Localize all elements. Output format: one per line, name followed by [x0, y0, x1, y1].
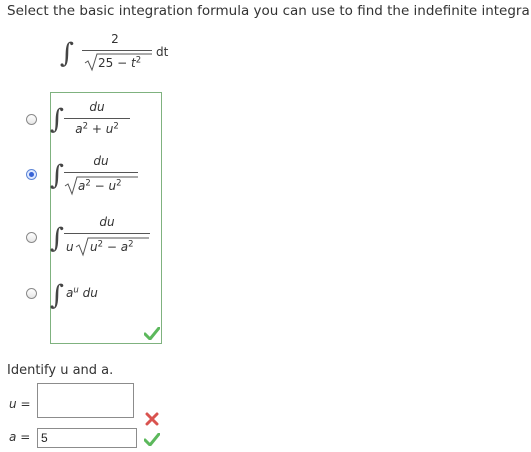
- choice-3-radio[interactable]: [26, 232, 37, 243]
- integral-numerator: 2: [111, 32, 119, 46]
- radicand-exp: 2: [135, 55, 142, 66]
- choice-3-numerator: du: [99, 215, 115, 229]
- checkmark-icon: [144, 327, 160, 340]
- a-input[interactable]: [37, 428, 137, 448]
- fraction-bar: [64, 233, 150, 234]
- checkmark-icon: [144, 433, 160, 446]
- fraction-bar: [64, 118, 130, 119]
- identify-prompt: Identify u and a.: [7, 363, 114, 378]
- integral-sign: ∫: [50, 104, 65, 135]
- u-input[interactable]: [37, 383, 134, 418]
- question-prompt: Select the basic integration formula you…: [7, 3, 531, 19]
- choice-1-formula: ∫ du a2 + u2: [50, 100, 140, 140]
- choice-1-numerator: du: [89, 100, 105, 114]
- fraction-bar: [82, 50, 152, 51]
- integral-sign: ∫: [60, 38, 75, 69]
- u-label: u =: [9, 397, 31, 411]
- integral-differential: dt: [156, 45, 169, 59]
- choice-3-formula: ∫ du u u2 − a2: [50, 215, 160, 261]
- choice-4-formula: ∫ au du: [50, 280, 98, 311]
- choice-4-radio[interactable]: [26, 288, 37, 299]
- choice-2-formula: ∫ du a2 − u2: [50, 154, 150, 198]
- fraction-bar: [64, 172, 138, 173]
- incorrect-x-icon: [145, 412, 159, 426]
- question-integral: ∫ 2 25 − t2 dt: [60, 30, 200, 76]
- choice-1-radio[interactable]: [26, 114, 37, 125]
- choice-2-numerator: du: [93, 154, 109, 168]
- integral-sign: ∫: [50, 160, 65, 191]
- integral-sign: ∫: [50, 223, 65, 254]
- choice-2-radio[interactable]: [26, 169, 37, 180]
- integral-sign: ∫: [50, 280, 65, 311]
- a-label: a =: [9, 430, 31, 444]
- radicand-constant: 25: [98, 56, 114, 70]
- radicand-minus: −: [117, 56, 128, 70]
